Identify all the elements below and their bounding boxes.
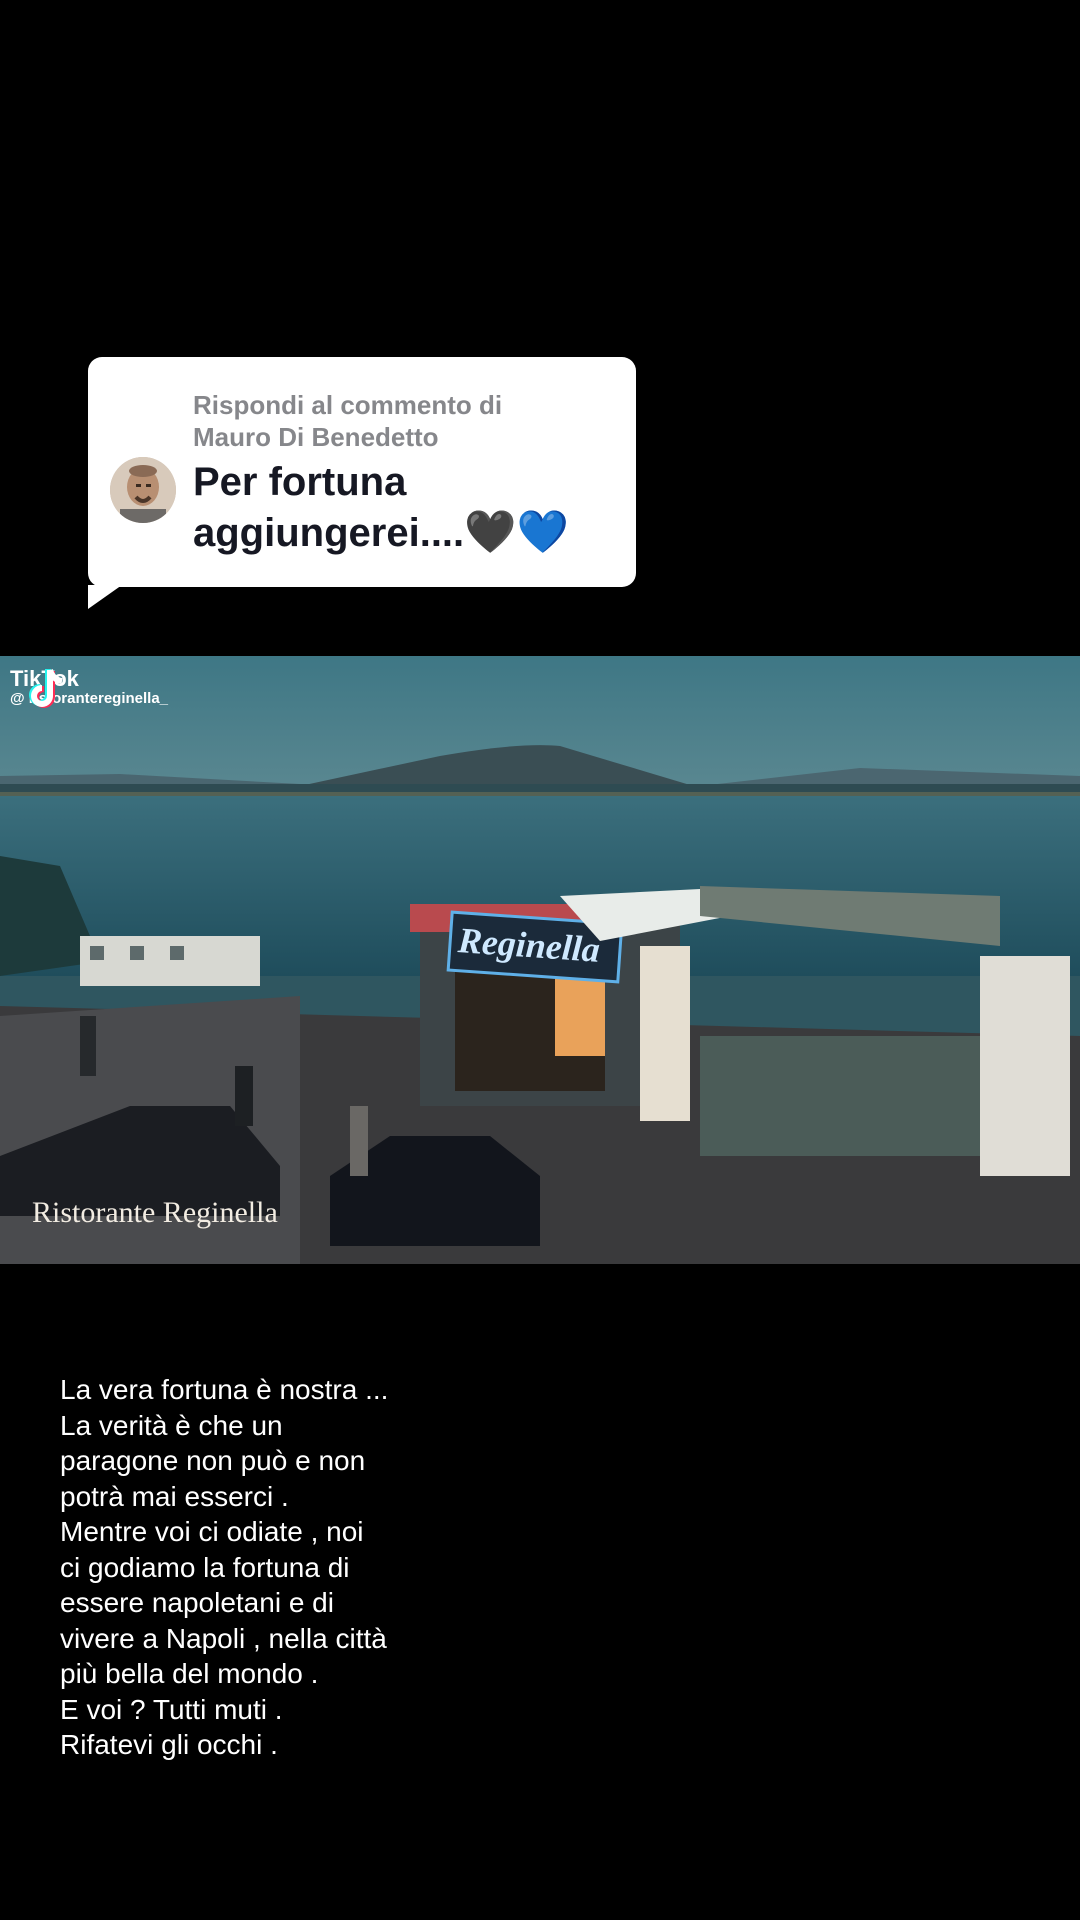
reply-header: Rispondi al commento di Mauro Di Benedet… xyxy=(193,389,613,453)
overlay-line: E voi ? Tutti muti . xyxy=(60,1693,283,1725)
comment-line-2: aggiungerei....🖤💙 xyxy=(193,507,623,558)
reply-comment-text: Per fortuna aggiungerei....🖤💙 xyxy=(193,457,623,558)
overlay-line: vivere a Napoli , nella città xyxy=(60,1622,387,1654)
overlay-line: potrà mai esserci . xyxy=(60,1480,289,1512)
overlay-line: essere napoletani e di xyxy=(60,1587,334,1618)
blue-heart-emoji: 💙 xyxy=(516,508,569,555)
tiktok-watermark: TikTok @ ristorantereginella_ xyxy=(10,666,168,708)
comment-line-2-text: aggiungerei.... xyxy=(193,511,465,555)
comment-line-1: Per fortuna xyxy=(193,460,407,504)
tiktok-logo-icon xyxy=(29,669,63,708)
video-frame[interactable]: TikTok @ ristorantereginella_ Reginella … xyxy=(0,656,1080,1264)
black-heart-emoji: 🖤 xyxy=(464,508,517,555)
overlay-line: più bella del mondo . xyxy=(60,1658,319,1689)
reply-card-tail xyxy=(88,585,122,609)
video-caption: Ristorante Reginella xyxy=(32,1196,278,1229)
reply-commenter-name: Mauro Di Benedetto xyxy=(193,422,439,452)
overlay-line: Mentre voi ci odiate , noi xyxy=(60,1516,364,1547)
overlay-line: La verità è che un xyxy=(60,1409,283,1441)
commenter-avatar[interactable] xyxy=(110,457,176,523)
overlay-line: paragone non può e non xyxy=(60,1445,366,1476)
overlay-text-block: La vera fortuna è nostra ... La verità è… xyxy=(60,1372,460,1763)
reply-header-line1: Rispondi al commento di xyxy=(193,390,503,420)
overlay-line: La vera fortuna è nostra ... xyxy=(60,1374,389,1405)
reply-comment-card[interactable]: Rispondi al commento di Mauro Di Benedet… xyxy=(88,357,636,609)
overlay-line: ci godiamo la fortuna di xyxy=(60,1551,350,1583)
overlay-line: Rifatevi gli occhi . xyxy=(60,1729,278,1760)
